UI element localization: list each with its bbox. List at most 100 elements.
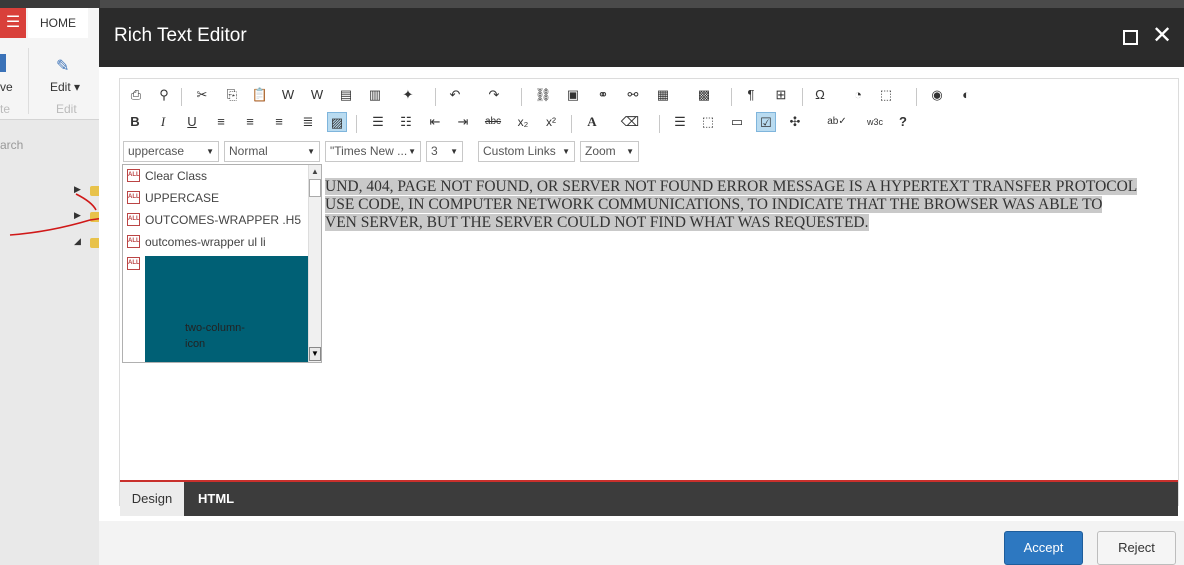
track-changes-icon[interactable]: ☑ <box>756 112 776 132</box>
remove-link-icon[interactable]: ⚯ <box>623 85 643 105</box>
styles-dropdown[interactable]: uppercase ▼ <box>123 141 219 162</box>
dropdown-arrow-icon: ▼ <box>562 147 570 156</box>
edit-icon[interactable]: ✎ <box>56 56 76 75</box>
custom-links-value: Custom Links <box>483 144 556 158</box>
font-value: "Times New ... <box>330 144 408 158</box>
w3c-validator-icon[interactable]: w3c <box>865 112 885 132</box>
maximize-button[interactable] <box>1123 30 1138 45</box>
redo-icon[interactable]: ↷ <box>484 85 504 105</box>
paragraph-dropdown[interactable]: Normal ▼ <box>224 141 320 162</box>
dropdown-arrow-icon: ▼ <box>626 147 634 156</box>
table-icon[interactable]: ▦ <box>653 85 673 105</box>
font-dropdown[interactable]: "Times New ... ▼ <box>325 141 421 162</box>
scrollbar-thumb[interactable] <box>309 179 321 197</box>
text-line: UND, 404, PAGE NOT FOUND, OR SERVER NOT … <box>325 178 1138 195</box>
cut-icon[interactable]: ✂ <box>192 85 212 105</box>
justify-icon[interactable]: ≣ <box>298 112 318 132</box>
divider <box>435 88 436 106</box>
divider <box>521 88 522 106</box>
modules-icon[interactable]: ✣ <box>785 112 805 132</box>
image-props-icon[interactable]: ▭ <box>727 112 747 132</box>
indent-icon[interactable]: ⇥ <box>453 112 473 132</box>
scroll-down-icon[interactable]: ▼ <box>309 347 321 361</box>
scroll-up-icon[interactable]: ▲ <box>309 166 321 178</box>
bold-icon[interactable]: B <box>125 112 145 132</box>
paste-html-icon[interactable]: ▥ <box>365 85 385 105</box>
print-icon[interactable]: ⎙ <box>126 85 146 105</box>
text-line: VEN SERVER, BUT THE SERVER COULD NOT FIN… <box>325 214 869 231</box>
bullet-list-icon[interactable]: ☷ <box>396 112 416 132</box>
divider <box>659 115 660 133</box>
embed-icon[interactable]: ⬚ <box>876 85 896 105</box>
horizontal-rule-icon[interactable]: ☰ <box>670 112 690 132</box>
paste-text-icon[interactable]: ▤ <box>336 85 356 105</box>
accept-button[interactable]: Accept <box>1004 531 1083 565</box>
undo-icon[interactable]: ↶ <box>445 85 465 105</box>
image-manager-icon[interactable]: ▣ <box>563 85 583 105</box>
italic-icon[interactable]: I <box>153 112 173 132</box>
class-preview-block[interactable]: two-column-icon <box>145 256 308 362</box>
class-dropdown-list: ALL Clear Class ALL UPPERCASE ALL OUTCOMES-… <box>122 164 322 363</box>
tab-design[interactable]: Design <box>120 482 184 516</box>
insert-snippet-icon[interactable]: ⊞ <box>771 85 791 105</box>
insert-link-icon[interactable]: ⚭ <box>593 85 613 105</box>
clear-format-icon[interactable]: ▨ <box>327 112 347 132</box>
symbol-icon[interactable]: Ω <box>810 85 830 105</box>
superscript-icon[interactable]: x² <box>541 112 561 132</box>
list-item[interactable]: ALL outcomes-wrapper ul li <box>123 231 307 253</box>
reject-button[interactable]: Reject <box>1097 531 1176 565</box>
align-right-icon[interactable]: ≡ <box>269 112 289 132</box>
highlight-icon[interactable]: ⌫ <box>620 112 640 132</box>
dropdown-arrow-icon: ▼ <box>307 147 315 156</box>
align-center-icon[interactable]: ≡ <box>240 112 260 132</box>
search-input[interactable]: arch <box>0 138 100 160</box>
align-left-icon[interactable]: ≡ <box>211 112 231 132</box>
sitecore-icon[interactable]: ◐ <box>956 85 976 105</box>
app-menu-button[interactable]: ☰ <box>0 8 26 38</box>
paste-icon[interactable]: 📋 <box>250 85 270 105</box>
save-label[interactable]: ve <box>0 80 13 94</box>
selected-text[interactable]: UND, 404, PAGE NOT FOUND, OR SERVER NOT … <box>325 178 1175 232</box>
outdent-icon[interactable]: ⇤ <box>425 112 445 132</box>
size-value: 3 <box>431 144 438 158</box>
numbered-list-icon[interactable]: ☰ <box>368 112 388 132</box>
show-borders-icon[interactable]: ⬚ <box>698 112 718 132</box>
strikethrough-icon[interactable]: abc <box>483 112 503 132</box>
close-button[interactable]: ✕ <box>1152 22 1172 50</box>
spellcheck-icon[interactable]: ab✓ <box>827 112 847 132</box>
underline-icon[interactable]: U <box>182 112 202 132</box>
dialog-title: Rich Text Editor <box>114 25 247 46</box>
dropdown-arrow-icon: ▼ <box>450 147 458 156</box>
custom-links-dropdown[interactable]: Custom Links ▼ <box>478 141 575 162</box>
save-icon[interactable] <box>0 54 6 72</box>
tree-expand-icon[interactable]: ▶ <box>74 184 81 195</box>
dialog-title-bar: Rich Text Editor ✕ <box>99 8 1184 67</box>
font-color-icon[interactable]: A <box>582 112 602 132</box>
dropdown-arrow-icon: ▼ <box>206 147 214 156</box>
tab-home[interactable]: HOME <box>28 8 88 38</box>
tree-expand-icon[interactable]: ▶ <box>74 210 81 221</box>
tab-html[interactable]: HTML <box>198 482 234 516</box>
zoom-dropdown[interactable]: Zoom ▼ <box>580 141 639 162</box>
link-manager-icon[interactable]: ⛓ <box>533 85 553 105</box>
format-stripper-icon[interactable]: ✦ <box>398 85 418 105</box>
list-item[interactable]: ALL UPPERCASE <box>123 187 307 209</box>
tree-collapse-icon[interactable]: ◢ <box>74 236 81 247</box>
table-props-icon[interactable]: ▩ <box>694 85 714 105</box>
paste-word-clean-icon[interactable]: W <box>307 85 327 105</box>
subscript-icon[interactable]: x₂ <box>513 112 533 132</box>
find-icon[interactable]: ⚲ <box>154 85 174 105</box>
paragraph-icon[interactable]: ¶ <box>741 85 761 105</box>
ribbon-divider <box>28 48 29 114</box>
media-icon[interactable]: ◉ <box>927 85 947 105</box>
class-icon: ALL <box>127 213 140 226</box>
list-item[interactable]: ALL Clear Class <box>123 165 307 187</box>
insert-date-icon[interactable]: ◔ <box>848 85 868 105</box>
help-icon[interactable]: ? <box>893 112 913 132</box>
size-dropdown[interactable]: 3 ▼ <box>426 141 463 162</box>
copy-icon[interactable]: ⎘ <box>222 85 242 105</box>
edit-button-label[interactable]: Edit ▾ <box>50 80 80 94</box>
edit-group-label: Edit <box>56 102 77 116</box>
list-item[interactable]: ALL OUTCOMES-WRAPPER .H5 <box>123 209 307 231</box>
paste-word-icon[interactable]: W <box>278 85 298 105</box>
